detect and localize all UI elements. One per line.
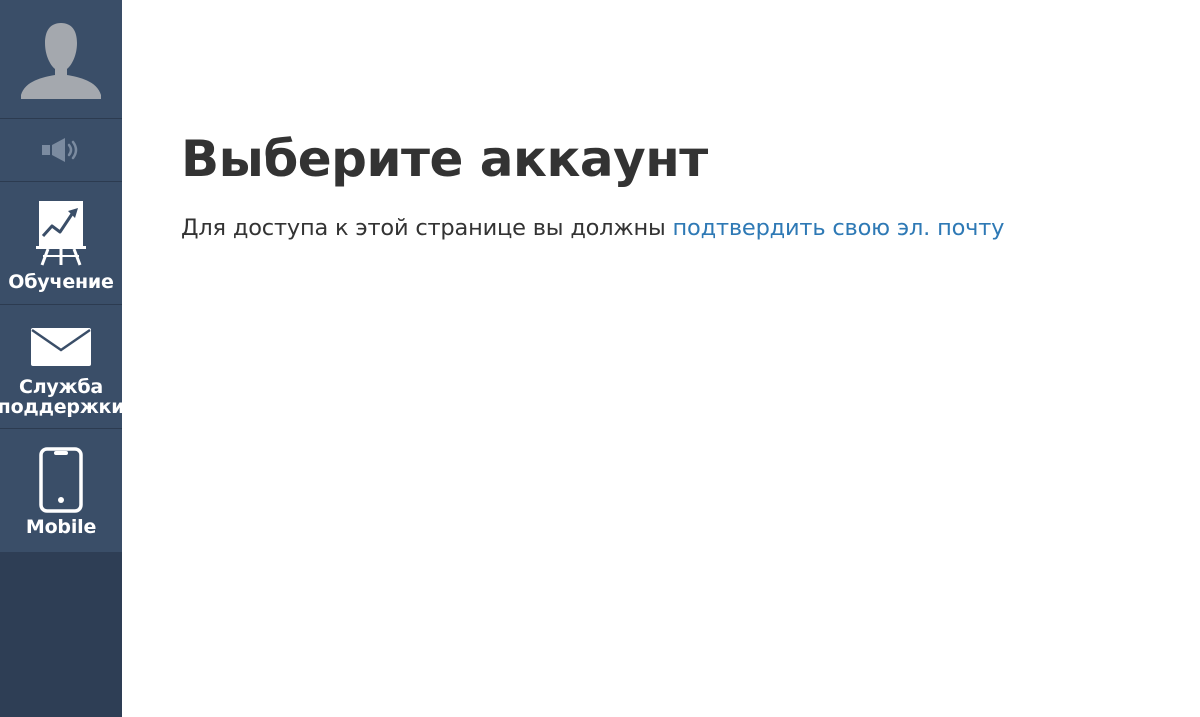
sidebar-item-sound[interactable] <box>0 119 122 182</box>
verify-email-link[interactable]: подтвердить свою эл. почту <box>673 215 1005 241</box>
sidebar-item-label: Mobile <box>25 516 97 538</box>
access-message-text: Для доступа к этой странице вы должны <box>181 215 673 241</box>
envelope-icon <box>31 328 91 366</box>
page-title: Выберите аккаунт <box>181 130 708 188</box>
access-message: Для доступа к этой странице вы должны по… <box>181 213 1171 243</box>
sidebar-item-mobile[interactable]: Mobile <box>0 429 122 552</box>
mobile-phone-icon <box>39 447 83 513</box>
presentation-chart-icon <box>36 201 86 266</box>
sidebar-item-avatar[interactable] <box>0 0 122 119</box>
sidebar-item-learning[interactable]: Обучение <box>0 182 122 305</box>
app-window: Обучение Служба поддержки Mobile Выберит… <box>0 0 1200 717</box>
user-avatar-icon <box>21 23 101 99</box>
main-content: Выберите аккаунт Для доступа к этой стра… <box>181 128 1171 243</box>
sidebar-item-label: Обучение <box>8 271 114 293</box>
speaker-icon <box>42 138 78 162</box>
sidebar: Обучение Служба поддержки Mobile <box>0 0 125 717</box>
sidebar-item-support[interactable]: Служба поддержки <box>0 305 125 429</box>
sidebar-item-label: Служба поддержки <box>0 376 125 418</box>
